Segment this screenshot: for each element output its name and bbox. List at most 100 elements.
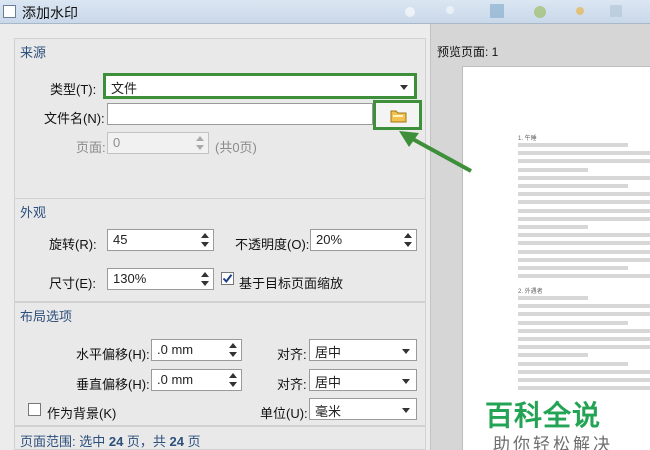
size-label: 尺寸(E):	[49, 276, 96, 291]
unit-select[interactable]: 毫米	[309, 398, 417, 420]
chevron-down-icon	[402, 408, 410, 413]
h-offset-label: 水平偏移(H):	[76, 347, 150, 362]
preview-heading-1: 1. 午睡	[518, 136, 537, 142]
preview-text-line	[518, 151, 650, 156]
preview-text-line	[518, 184, 628, 188]
preview-text-line	[518, 320, 628, 325]
page-spinbox[interactable]: 0	[107, 132, 209, 154]
page-range-suffix: 页	[184, 434, 201, 449]
page-range-label: 页面范围: 选中	[20, 434, 109, 449]
source-header: 来源	[20, 45, 47, 60]
rotation-label: 旋转(R):	[49, 237, 97, 252]
preview-text-line	[518, 249, 650, 254]
v-offset-spinbox[interactable]: .0 mm	[151, 369, 242, 391]
h-align-select[interactable]: 居中	[309, 339, 417, 361]
page-range-bar: 页面范围: 选中 24 页，共 24 页	[14, 426, 426, 450]
spin-up-icon	[229, 343, 237, 348]
h-offset-value: .0 mm	[157, 342, 194, 357]
type-select[interactable]: 文件	[103, 73, 417, 99]
spin-down-icon	[229, 382, 237, 387]
size-spinbox[interactable]: 130%	[107, 268, 214, 290]
page-total: (共0页)	[215, 140, 257, 155]
preview-page[interactable]: 1. 午睡 2. 外遇者 百科全说 助你轻松解决	[462, 66, 650, 450]
spin-up-icon	[201, 233, 209, 238]
preview-text-line	[518, 175, 650, 180]
window-title: 添加水印	[22, 5, 78, 21]
v-offset-value: .0 mm	[157, 372, 194, 387]
source-section: 来源 类型(T): 文件 文件名(N): 页面: 0 (共0页)	[14, 38, 426, 206]
window-icon	[3, 5, 16, 18]
preview-text-line	[518, 208, 650, 213]
spin-down-icon	[404, 242, 412, 247]
rotation-spinbox[interactable]: 45	[107, 229, 214, 251]
appearance-header: 外观	[20, 205, 47, 220]
preview-text-line	[518, 200, 650, 205]
folder-icon	[390, 110, 407, 123]
preview-text-line	[518, 216, 650, 221]
preview-text-line	[518, 386, 650, 391]
preview-text-line	[518, 159, 650, 164]
page-range-selected: 24	[108, 434, 124, 449]
watermark-subtitle: 助你轻松解决	[493, 435, 613, 450]
h-offset-spinbox[interactable]: .0 mm	[151, 339, 242, 361]
spin-down-icon	[201, 242, 209, 247]
opacity-value: 20%	[316, 232, 343, 247]
rotation-value: 45	[113, 232, 128, 247]
type-label: 类型(T):	[50, 82, 97, 97]
unit-label: 单位(U):	[260, 406, 308, 421]
preview-text-line	[518, 296, 588, 300]
scale-checkbox[interactable]	[221, 272, 234, 285]
h-align-value: 居中	[315, 345, 342, 360]
page-range-total: 24	[169, 434, 185, 449]
scale-checkbox-label[interactable]: 基于目标页面缩放	[239, 273, 343, 292]
preview-text-line	[518, 361, 628, 366]
v-offset-label: 垂直偏移(H):	[76, 377, 150, 392]
browse-button[interactable]	[373, 100, 422, 130]
spin-up-icon	[229, 373, 237, 378]
preview-text-line	[518, 167, 588, 172]
opacity-spinbox[interactable]: 20%	[310, 229, 417, 251]
watermark-overlay: 百科全说 助你轻松解决	[463, 390, 650, 450]
preview-text-line	[518, 345, 650, 350]
spin-up-icon	[201, 272, 209, 277]
preview-text-line	[518, 312, 650, 317]
spin-down-icon	[229, 352, 237, 357]
chevron-down-icon	[402, 349, 410, 354]
preview-label: 预览页面: 1	[437, 45, 499, 59]
appearance-section: 外观 旋转(R): 45 不透明度(O): 20% 尺寸(E): 130% 基于…	[14, 198, 426, 302]
v-align-select[interactable]: 居中	[309, 369, 417, 391]
page-value: 0	[113, 135, 121, 150]
filename-input[interactable]	[107, 103, 373, 125]
layout-section: 布局选项 水平偏移(H): .0 mm 对齐: 居中 垂直偏移(H): .0 m…	[14, 302, 426, 426]
preview-text-line	[518, 266, 628, 270]
preview-text-line	[518, 369, 650, 374]
preview-text-line	[518, 274, 650, 279]
watermark-title: 百科全说	[485, 400, 602, 431]
spin-down-icon	[196, 145, 204, 150]
page-range-separator: 页，共	[123, 434, 170, 449]
spin-up-icon	[196, 136, 204, 141]
page-range-text: 页面范围: 选中 24 页，共 24 页	[20, 431, 201, 450]
preview-text-line	[518, 328, 650, 333]
titlebar-decoration	[405, 4, 622, 18]
checkmark-icon	[222, 274, 233, 284]
v-align-value: 居中	[315, 375, 342, 390]
preview-text-line	[518, 304, 650, 309]
preview-text-line	[518, 353, 588, 358]
spin-up-icon	[404, 233, 412, 238]
preview-text-line	[518, 337, 650, 341]
size-value: 130%	[113, 271, 147, 286]
settings-pane: 来源 类型(T): 文件 文件名(N): 页面: 0 (共0页) 外观 旋转(R…	[0, 24, 430, 450]
title-bar: 添加水印	[0, 0, 650, 24]
layout-header: 布局选项	[20, 309, 73, 324]
preview-text-line	[518, 143, 628, 147]
preview-text-line	[518, 225, 588, 229]
h-align-label: 对齐:	[277, 347, 307, 362]
background-checkbox[interactable]	[28, 403, 41, 416]
chevron-down-icon	[400, 85, 408, 90]
background-checkbox-label[interactable]: 作为背景(K)	[47, 403, 116, 422]
preview-text-line	[518, 241, 650, 246]
preview-text-line	[518, 192, 650, 197]
preview-heading-2: 2. 外遇者	[518, 289, 543, 295]
page-label: 页面:	[76, 140, 106, 155]
